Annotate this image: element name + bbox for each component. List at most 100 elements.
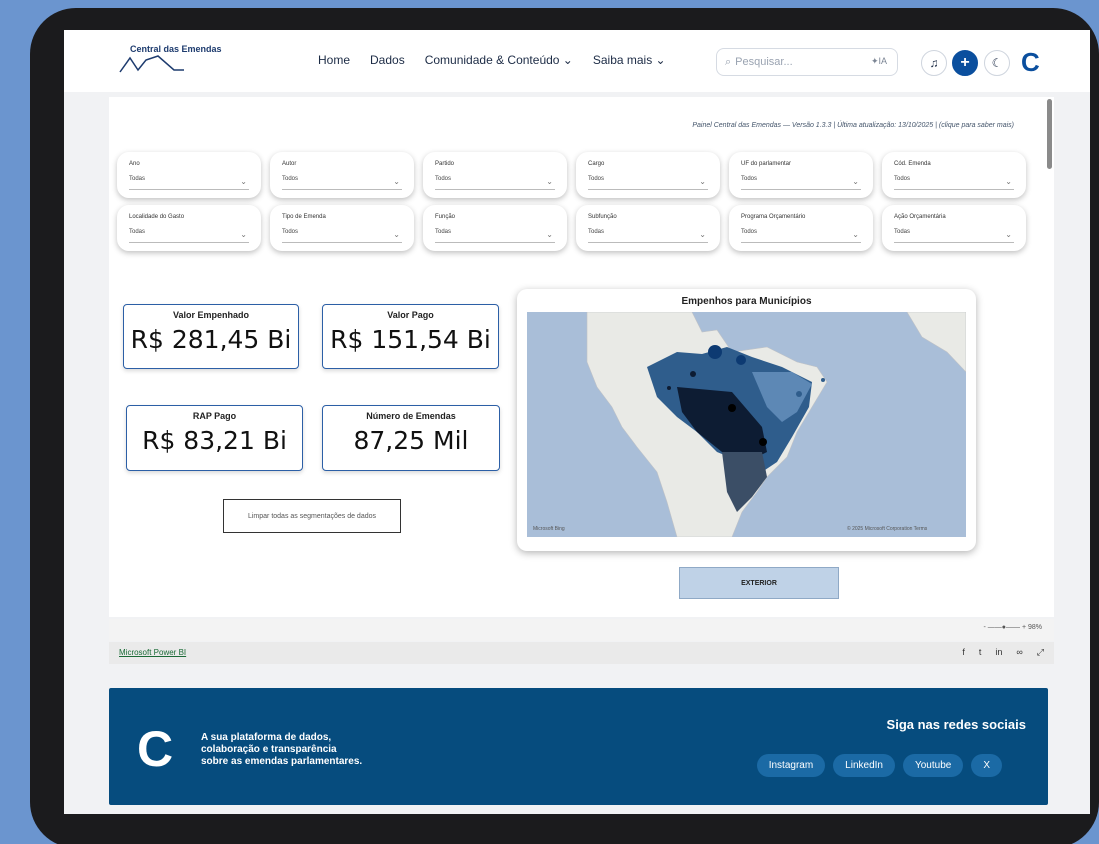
chevron-down-icon: ⌄ [240,230,247,239]
slicer-dropdown[interactable]: Todos ⌄ [282,176,402,190]
search-icon: ⌕ [725,55,732,68]
slicer-partido[interactable]: Partido Todos ⌄ [423,152,567,198]
browser-screen: Central das Emendas Home Dados Comunidad… [64,30,1090,814]
card-rap-pago: RAP Pago R$ 83,21 Bi [126,405,303,471]
chevron-down-icon: ⌄ [852,177,859,186]
fullscreen-icon[interactable]: ⤢ [1037,647,1044,658]
map-bing-label: Microsoft Bing [533,526,565,532]
slicer-value: Todas [894,229,911,235]
chevron-down-icon: ⌄ [546,177,553,186]
menu-comunidade[interactable]: Comunidade & Conteúdo ⌄ [425,53,573,67]
slicer-programa[interactable]: Programa Orçamentário Todos ⌄ [729,205,873,251]
slicer-dropdown[interactable]: Todos ⌄ [282,229,402,243]
main-menu: Home Dados Comunidade & Conteúdo ⌄ Saiba… [318,53,666,67]
powerbi-embed: Painel Central das Emendas — Versão 1.3.… [109,97,1054,617]
notifications-bell-icon[interactable]: ♫ [921,50,947,76]
slicer-label: Ação Orçamentária [894,214,946,220]
youtube-link[interactable]: Youtube [902,754,964,777]
slicer-acao[interactable]: Ação Orçamentária Todas ⌄ [882,205,1026,251]
slicer-label: Partido [435,161,455,167]
facebook-share-icon[interactable]: f [962,647,965,658]
version-info-link[interactable]: Painel Central das Emendas — Versão 1.3.… [692,122,1014,129]
zoom-slider[interactable]: - ——●—— + 98% [984,624,1043,631]
exterior-button[interactable]: EXTERIOR [679,567,839,599]
search-placeholder: Pesquisar... [735,56,793,68]
x-link[interactable]: X [971,754,1002,777]
slicer-label: Autor [282,161,297,167]
clear-filters-button[interactable]: Limpar todas as segmentações de dados [223,499,401,533]
slicer-cod-emenda[interactable]: Cód. Emenda Todos ⌄ [882,152,1026,198]
slicer-dropdown[interactable]: Todos ⌄ [894,176,1014,190]
slicer-dropdown[interactable]: Todas ⌄ [894,229,1014,243]
slicer-funcao[interactable]: Função Todas ⌄ [423,205,567,251]
site-footer: C A sua plataforma de dados, colaboração… [109,688,1048,805]
slicer-dropdown[interactable]: Todas ⌄ [435,229,555,243]
slicer-dropdown[interactable]: Todas ⌄ [588,229,708,243]
slicer-label: UF do parlamentar [741,161,792,167]
tagline-line: colaboração e transparência [201,744,337,755]
chevron-down-icon: ⌄ [699,230,706,239]
slicer-value: Todas [129,229,146,235]
slicer-subfuncao[interactable]: Subfunção Todas ⌄ [576,205,720,251]
report-scrollbar[interactable] [1047,99,1052,169]
menu-home[interactable]: Home [318,53,350,67]
ai-search-toggle[interactable]: ✦IA [871,56,887,67]
slicer-label: Ano [129,161,140,167]
slicer-tipo-emenda[interactable]: Tipo de Emenda Todos ⌄ [270,205,414,251]
linkedin-link[interactable]: LinkedIn [833,754,895,777]
slicer-label: Tipo de Emenda [282,214,326,220]
municipios-map-card: Empenhos para Municípios Microsoft Bing … [517,289,976,551]
card-title: Valor Pago [387,310,434,320]
card-value: R$ 151,54 Bi [330,325,491,354]
slicer-autor[interactable]: Autor Todos ⌄ [270,152,414,198]
chevron-down-icon: ⌄ [240,177,247,186]
follow-heading: Siga nas redes sociais [886,717,1026,732]
dark-mode-moon-icon[interactable]: ☾ [984,50,1010,76]
chevron-down-icon: ⌄ [546,230,553,239]
slicer-dropdown[interactable]: Todos ⌄ [588,176,708,190]
card-value: R$ 281,45 Bi [130,325,292,354]
menu-dados[interactable]: Dados [370,53,405,67]
chevron-down-icon: ⌄ [1005,230,1012,239]
tagline-line: sobre as emendas parlamentares. [201,756,363,767]
slicer-label: Localidade do Gasto [129,214,185,220]
twitter-share-icon[interactable]: t [979,647,982,658]
slicer-uf-parlamentar[interactable]: UF do parlamentar Todos ⌄ [729,152,873,198]
brazil-map[interactable]: Microsoft Bing © 2025 Microsoft Corporat… [527,312,966,537]
map-title: Empenhos para Municípios [681,296,812,307]
search-input[interactable]: ⌕ Pesquisar... ✦IA [716,48,898,76]
slicer-dropdown[interactable]: Todos ⌄ [435,176,555,190]
share-link-icon[interactable]: ∞ [1016,647,1022,658]
add-button[interactable]: + [952,50,978,76]
slicer-value: Todos [435,176,452,182]
slicer-dropdown[interactable]: Todos ⌄ [741,176,861,190]
slicer-localidade[interactable]: Localidade do Gasto Todas ⌄ [117,205,261,251]
linkedin-share-icon[interactable]: in [995,647,1002,658]
slicer-value: Todos [741,229,758,235]
social-links: Instagram LinkedIn Youtube X [756,754,1002,777]
card-title: RAP Pago [192,411,237,421]
logo-text[interactable]: Central das Emendas [130,44,222,54]
card-value: R$ 83,21 Bi [142,426,287,455]
menu-saiba-mais[interactable]: Saiba mais ⌄ [593,53,666,67]
card-title: Número de Emendas [366,411,456,421]
slicer-ano[interactable]: Ano Todas ⌄ [117,152,261,198]
slicer-cargo[interactable]: Cargo Todos ⌄ [576,152,720,198]
microsoft-powerbi-link[interactable]: Microsoft Power BI [119,648,186,657]
slicer-value: Todos [741,176,758,182]
chevron-down-icon: ⌄ [699,177,706,186]
instagram-link[interactable]: Instagram [756,754,826,777]
slicer-dropdown[interactable]: Todas ⌄ [129,229,249,243]
footer-brand-c-icon: C [137,721,174,777]
slicer-label: Subfunção [588,214,617,220]
slicer-value: Todos [282,176,299,182]
brand-c-icon[interactable]: C [1021,47,1040,78]
slicer-value: Todos [282,229,299,235]
chevron-down-icon: ⌄ [393,177,400,186]
card-value: 87,25 Mil [353,426,469,455]
slicer-label: Cargo [588,161,605,167]
share-icons: f t in ∞ ⤢ [962,647,1044,658]
slicer-dropdown[interactable]: Todas ⌄ [129,176,249,190]
slicer-label: Programa Orçamentário [741,214,806,220]
slicer-dropdown[interactable]: Todos ⌄ [741,229,861,243]
